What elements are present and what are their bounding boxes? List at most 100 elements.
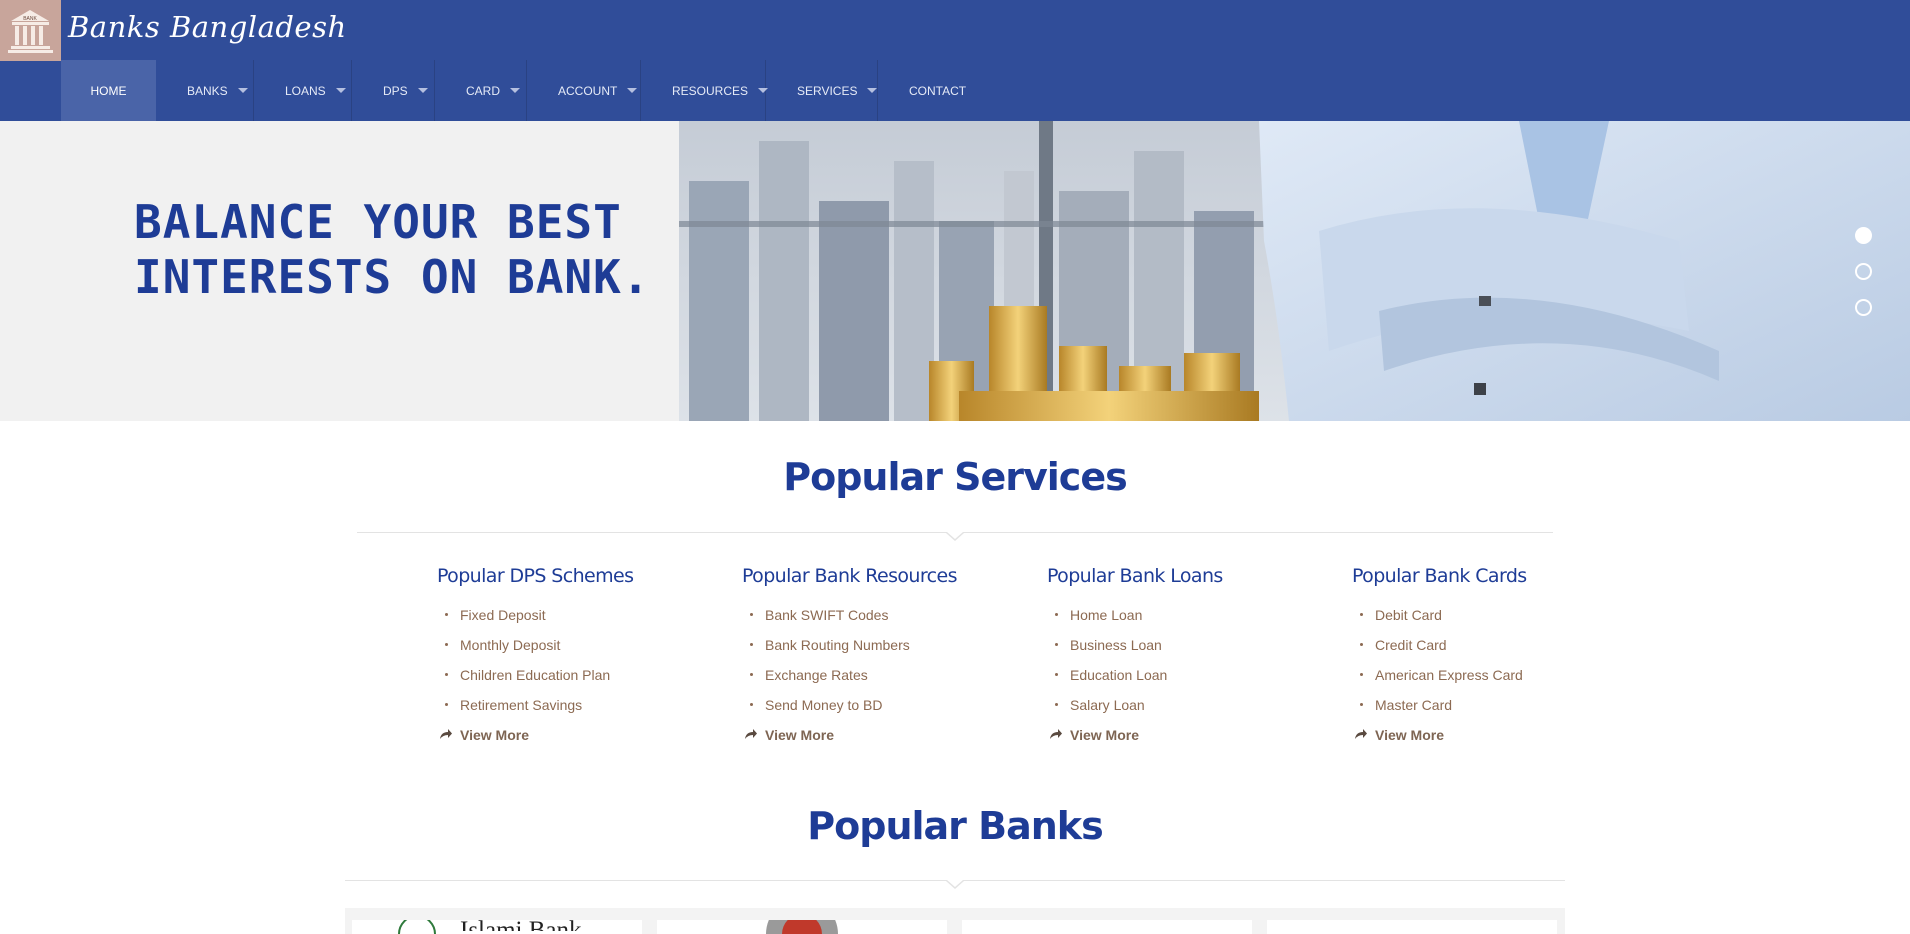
nav-item-services[interactable]: SERVICES xyxy=(766,60,878,121)
list-item-label: Retirement Savings xyxy=(460,697,583,713)
nav-item-dps[interactable]: DPS xyxy=(352,60,435,121)
list-item-label: Business Loan xyxy=(1070,637,1162,653)
link-list: Debit Card Credit Card American Express … xyxy=(1352,607,1632,727)
list-item[interactable]: Salary Loan xyxy=(1047,697,1327,727)
list-item-label: Salary Loan xyxy=(1070,697,1145,713)
view-more-link[interactable]: View More xyxy=(1047,727,1327,747)
list-item[interactable]: Fixed Deposit xyxy=(437,607,717,637)
nav-label: ACCOUNT xyxy=(558,83,618,98)
slide-indicator-1[interactable] xyxy=(1855,227,1872,244)
bank-logo-text: Islami Bank xyxy=(460,917,582,931)
view-more-label: View More xyxy=(765,727,834,743)
divider-notch xyxy=(946,532,964,541)
main-nav: HOME BANKS LOANS DPS CARD ACCOUNT RESOUR… xyxy=(61,60,997,121)
list-item[interactable]: Monthly Deposit xyxy=(437,637,717,667)
bullet-icon xyxy=(445,673,448,676)
bullet-icon xyxy=(1055,673,1058,676)
slide-indicator-3[interactable] xyxy=(1855,299,1872,316)
bullet-icon xyxy=(750,703,753,706)
list-item[interactable]: Credit Card xyxy=(1352,637,1632,667)
services-column-loans: Popular Bank Loans Home Loan Business Lo… xyxy=(1047,565,1327,747)
bullet-icon xyxy=(750,613,753,616)
bank-card[interactable] xyxy=(1267,920,1557,934)
list-item-label: Children Education Plan xyxy=(460,667,611,683)
services-column-cards: Popular Bank Cards Debit Card Credit Car… xyxy=(1352,565,1632,747)
chevron-down-icon xyxy=(510,88,521,93)
link-list: Home Loan Business Loan Education Loan S… xyxy=(1047,607,1327,727)
divider-notch xyxy=(946,880,964,889)
nav-item-loans[interactable]: LOANS xyxy=(254,60,352,121)
nav-label: LOANS xyxy=(285,83,326,98)
list-item[interactable]: Business Loan xyxy=(1047,637,1327,667)
view-more-label: View More xyxy=(1070,727,1139,743)
bullet-icon xyxy=(1360,673,1363,676)
bullet-icon xyxy=(1055,643,1058,646)
link-list: Fixed Deposit Monthly Deposit Children E… xyxy=(437,607,717,727)
slide-indicator-2[interactable] xyxy=(1855,263,1872,280)
list-item[interactable]: Bank Routing Numbers xyxy=(742,637,1022,667)
share-arrow-icon xyxy=(1050,729,1062,739)
logo[interactable]: BANK xyxy=(0,0,61,61)
view-more-link[interactable]: View More xyxy=(1352,727,1632,747)
nav-item-banks[interactable]: BANKS xyxy=(156,60,254,121)
services-column-dps: Popular DPS Schemes Fixed Deposit Monthl… xyxy=(437,565,717,747)
list-item[interactable]: Retirement Savings xyxy=(437,697,717,727)
list-item-label: Send Money to BD xyxy=(765,697,883,713)
nav-label: CARD xyxy=(466,83,501,98)
bank-card[interactable] xyxy=(657,920,947,934)
list-item-label: Master Card xyxy=(1375,697,1453,713)
nav-item-account[interactable]: ACCOUNT xyxy=(527,60,641,121)
bullet-icon xyxy=(1360,703,1363,706)
list-item[interactable]: Exchange Rates xyxy=(742,667,1022,697)
bullet-icon xyxy=(750,673,753,676)
chevron-down-icon xyxy=(417,88,428,93)
popular-services-title: Popular Services xyxy=(783,455,1127,499)
svg-text:BANK: BANK xyxy=(23,16,37,22)
list-item[interactable]: Home Loan xyxy=(1047,607,1327,637)
list-item[interactable]: Debit Card xyxy=(1352,607,1632,637)
view-more-link[interactable]: View More xyxy=(437,727,717,747)
chevron-down-icon xyxy=(237,88,248,93)
hero-slider: BALANCE YOUR BEST INTERESTS ON BANK. xyxy=(0,121,1910,421)
bullet-icon xyxy=(445,613,448,616)
list-item-label: Exchange Rates xyxy=(765,667,868,683)
chevron-down-icon xyxy=(627,88,638,93)
nav-item-home[interactable]: HOME xyxy=(61,60,156,121)
nav-label: CONTACT xyxy=(909,83,967,98)
bullet-icon xyxy=(445,703,448,706)
bank-card[interactable]: Islami Bank xyxy=(352,917,642,934)
site-header: BANK Banks Bangladesh HOME BANKS LOANS D… xyxy=(0,0,1910,121)
chevron-down-icon xyxy=(335,88,346,93)
list-item-label: Monthly Deposit xyxy=(460,637,561,653)
nav-item-card[interactable]: CARD xyxy=(435,60,527,121)
list-item[interactable]: Education Loan xyxy=(1047,667,1327,697)
list-item[interactable]: Master Card xyxy=(1352,697,1632,727)
nav-label: BANKS xyxy=(187,83,228,98)
list-item-label: Home Loan xyxy=(1070,607,1143,623)
column-title: Popular Bank Resources xyxy=(742,565,957,587)
brand-name[interactable]: Banks Bangladesh xyxy=(68,10,347,44)
nav-label: HOME xyxy=(90,83,127,98)
list-item[interactable]: American Express Card xyxy=(1352,667,1632,697)
list-item-label: Bank SWIFT Codes xyxy=(765,607,889,623)
hero-text-panel: BALANCE YOUR BEST INTERESTS ON BANK. xyxy=(0,121,679,421)
column-title: Popular Bank Loans xyxy=(1047,565,1223,587)
share-arrow-icon xyxy=(745,729,757,739)
view-more-label: View More xyxy=(460,727,529,743)
hero-title-line: BALANCE YOUR BEST xyxy=(134,195,622,249)
nav-item-resources[interactable]: RESOURCES xyxy=(641,60,769,121)
services-column-resources: Popular Bank Resources Bank SWIFT Codes … xyxy=(742,565,1022,747)
bank-card[interactable] xyxy=(962,920,1252,934)
column-title: Popular DPS Schemes xyxy=(437,565,634,587)
view-more-label: View More xyxy=(1375,727,1444,743)
link-list: Bank SWIFT Codes Bank Routing Numbers Ex… xyxy=(742,607,1022,727)
list-item[interactable]: Children Education Plan xyxy=(437,667,717,697)
view-more-link[interactable]: View More xyxy=(742,727,1022,747)
list-item[interactable]: Send Money to BD xyxy=(742,697,1022,727)
list-item[interactable]: Bank SWIFT Codes xyxy=(742,607,1022,637)
nav-item-contact[interactable]: CONTACT xyxy=(878,60,997,121)
list-item-label: Debit Card xyxy=(1375,607,1442,623)
list-item-label: American Express Card xyxy=(1375,667,1523,683)
bullet-icon xyxy=(1055,703,1058,706)
nav-label: RESOURCES xyxy=(672,83,749,98)
